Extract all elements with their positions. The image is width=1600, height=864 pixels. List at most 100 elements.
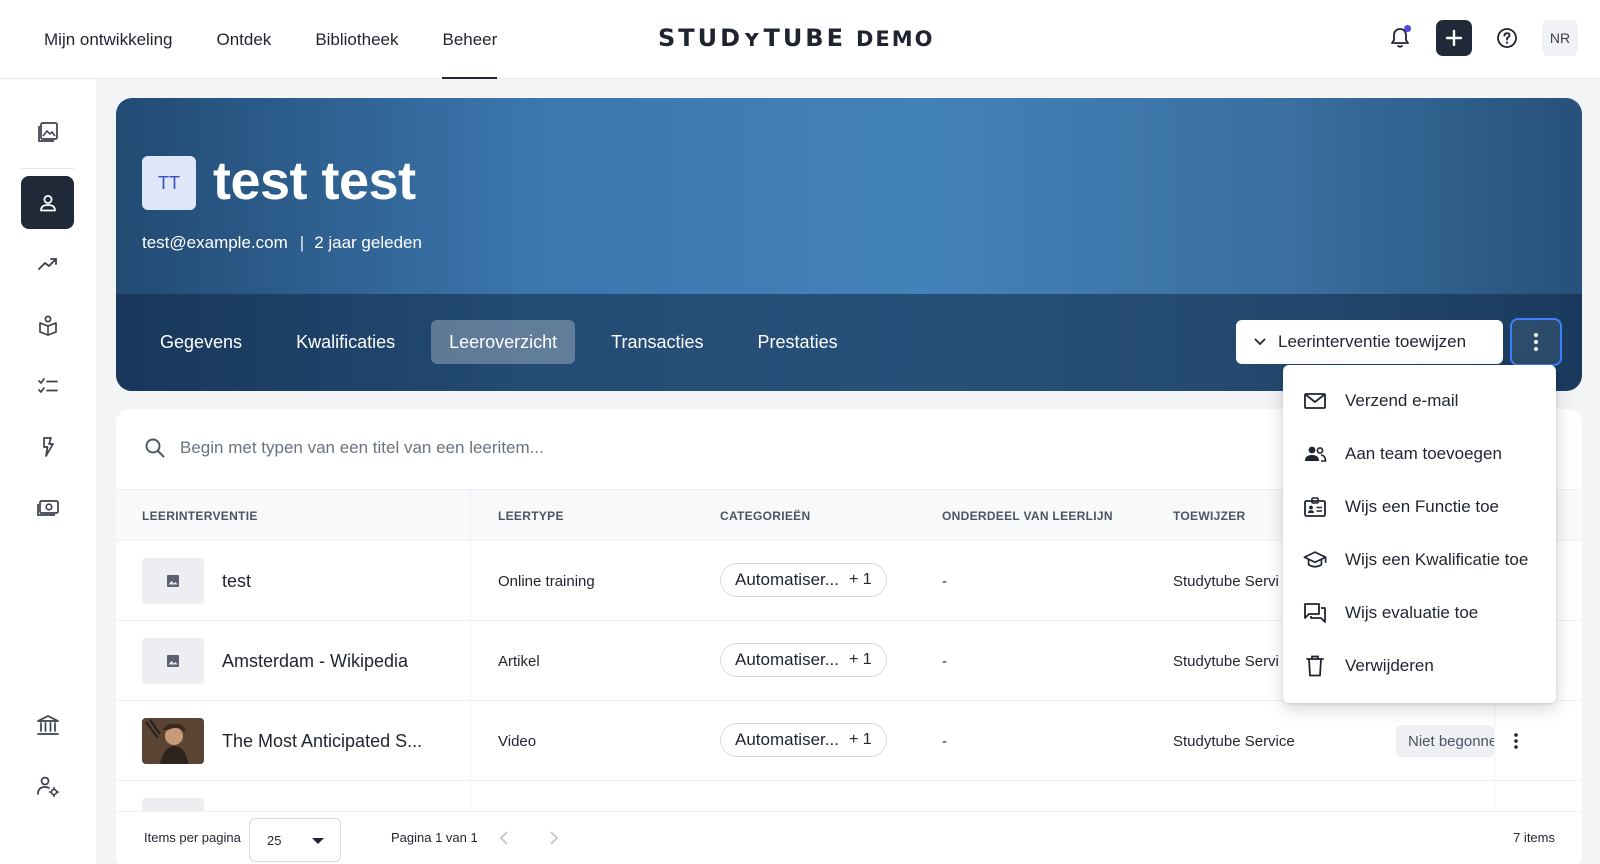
mail-icon <box>1303 389 1327 413</box>
menu-item-delete[interactable]: Verwijderen <box>1283 639 1556 692</box>
assign-intervention-button[interactable]: Leerinterventie toewijzen <box>1236 320 1503 364</box>
image-placeholder-icon <box>167 575 179 587</box>
profile-email: test@example.com <box>142 233 288 252</box>
category-pill[interactable]: Automatiser... + 1 <box>720 723 887 757</box>
sidebar-item-tasks[interactable] <box>21 359 74 412</box>
col-header-assigner[interactable]: TOEWIJZER <box>1173 490 1246 542</box>
help-icon <box>1497 28 1517 48</box>
sidebar <box>0 79 96 864</box>
category-pill[interactable]: Automatiser... + 1 <box>720 643 887 677</box>
menu-item-add-to-team[interactable]: Aan team toevoegen <box>1283 427 1556 480</box>
profile-name: test test <box>213 151 416 211</box>
nav-beheer[interactable]: Beheer <box>442 0 497 79</box>
sidebar-item-users[interactable] <box>21 176 74 229</box>
money-icon <box>36 499 59 516</box>
create-button[interactable] <box>1436 20 1472 56</box>
team-icon <box>1303 442 1327 466</box>
menu-item-label: Wijs een Functie toe <box>1345 496 1500 516</box>
sidebar-item-reports[interactable] <box>21 237 74 290</box>
items-per-page-select[interactable]: 25 <box>249 818 341 862</box>
category-pill[interactable]: Automatiser... + 1 <box>720 563 887 597</box>
sidebar-item-organisation[interactable] <box>21 698 74 751</box>
user-icon <box>39 194 56 211</box>
top-actions: NR <box>1382 20 1578 56</box>
main-nav: Mijn ontwikkeling Ontdek Bibliotheek Beh… <box>44 0 541 79</box>
previous-page-button[interactable] <box>494 826 514 850</box>
item-assigner: Studytube Servi <box>1173 572 1279 590</box>
menu-item-assign-function[interactable]: Wijs een Functie toe <box>1283 480 1556 533</box>
checklist-icon <box>37 377 58 393</box>
page-indicator: Pagina 1 van 1 <box>391 830 478 845</box>
row-actions-button[interactable] <box>1496 721 1536 761</box>
assign-intervention-label: Leerinterventie toewijzen <box>1278 332 1467 351</box>
category-extra-count: + 1 <box>848 571 872 588</box>
item-assigner: Studytube Servi <box>1173 652 1279 670</box>
user-settings-icon <box>36 776 59 797</box>
sidebar-item-finance[interactable] <box>21 481 74 534</box>
tab-leeroverzicht[interactable]: Leeroverzicht <box>431 320 576 364</box>
menu-item-assign-evaluation[interactable]: Wijs evaluatie toe <box>1283 586 1556 639</box>
tab-prestaties[interactable]: Prestaties <box>740 320 856 364</box>
items-per-page-label: Items per pagina <box>144 830 241 845</box>
sidebar-item-user-settings[interactable] <box>21 759 74 812</box>
menu-item-label: Aan team toevoegen <box>1345 443 1502 463</box>
chevron-right-icon <box>550 831 559 845</box>
nav-ontdek[interactable]: Ontdek <box>217 0 272 79</box>
menu-item-label: Wijs een Kwalificatie toe <box>1345 549 1529 569</box>
tab-gegevens[interactable]: Gegevens <box>142 320 260 364</box>
menu-item-assign-qualification[interactable]: Wijs een Kwalificatie toe <box>1283 533 1556 586</box>
col-header-part[interactable]: ONDERDEEL VAN LEERLIJN <box>942 490 1113 542</box>
caret-down-icon <box>312 838 324 844</box>
trending-up-icon <box>37 257 57 270</box>
sidebar-item-library[interactable] <box>21 105 74 158</box>
meta-separator: | <box>299 233 305 252</box>
next-page-button[interactable] <box>544 826 564 850</box>
col-header-categories[interactable]: CATEGORIEËN <box>720 490 810 542</box>
bank-icon <box>36 714 59 735</box>
tab-kwalificaties[interactable]: Kwalificaties <box>278 320 413 364</box>
item-thumbnail <box>142 718 204 764</box>
user-avatar[interactable]: NR <box>1542 20 1578 56</box>
nav-bibliotheek[interactable]: Bibliotheek <box>315 0 398 79</box>
brand-name: STUDʏTUBE <box>658 24 846 52</box>
item-title[interactable]: The Most Anticipated S... <box>222 701 422 781</box>
search-icon <box>145 438 165 458</box>
col-header-type[interactable]: LEERTYPE <box>498 490 564 542</box>
profile-since: 2 jaar geleden <box>314 233 422 252</box>
item-title[interactable]: Amsterdam - Wikipedia <box>222 621 408 701</box>
col-header-intervention[interactable]: LEERINTERVENTIE <box>142 490 258 542</box>
more-vertical-icon <box>1534 333 1538 351</box>
learning-icon <box>38 315 57 336</box>
item-title[interactable]: test <box>222 541 251 621</box>
menu-item-label: Verzend e-mail <box>1345 390 1459 410</box>
plus-icon <box>1445 29 1463 47</box>
item-part: - <box>942 732 947 750</box>
search-input[interactable] <box>180 438 880 458</box>
items-per-page-value: 25 <box>267 832 282 848</box>
help-button[interactable] <box>1489 20 1525 56</box>
image-gallery-icon <box>37 121 58 142</box>
menu-item-send-email[interactable]: Verzend e-mail <box>1283 374 1556 427</box>
sidebar-item-automations[interactable] <box>21 420 74 473</box>
more-actions-button[interactable] <box>1510 318 1562 366</box>
sidebar-item-learning[interactable] <box>21 298 74 351</box>
category-extra-count: + 1 <box>848 731 872 748</box>
category-extra-count: + 1 <box>848 651 872 668</box>
item-thumbnail <box>142 638 204 684</box>
brand-logo[interactable]: STUDʏTUBE DEMO <box>658 24 935 52</box>
notifications-button[interactable] <box>1382 20 1418 56</box>
item-assigner: Studytube Service <box>1173 732 1295 750</box>
item-type: Online training <box>498 572 595 590</box>
category-label: Automatiser... <box>735 730 839 749</box>
more-actions-menu: Verzend e-mail Aan team toevoegen Wijs e… <box>1283 365 1556 703</box>
brand-suffix: DEMO <box>856 27 935 51</box>
top-bar: Mijn ontwikkeling Ontdek Bibliotheek Beh… <box>0 0 1600 79</box>
tab-transacties[interactable]: Transacties <box>593 320 721 364</box>
category-label: Automatiser... <box>735 650 839 669</box>
nav-mijn-ontwikkeling[interactable]: Mijn ontwikkeling <box>44 0 173 79</box>
notification-dot <box>1404 25 1411 32</box>
table-row[interactable]: The Most Anticipated S... Video Automati… <box>116 701 1582 781</box>
video-thumbnail-image <box>142 718 204 764</box>
chat-icon <box>1303 601 1327 625</box>
id-card-icon <box>1303 495 1327 519</box>
